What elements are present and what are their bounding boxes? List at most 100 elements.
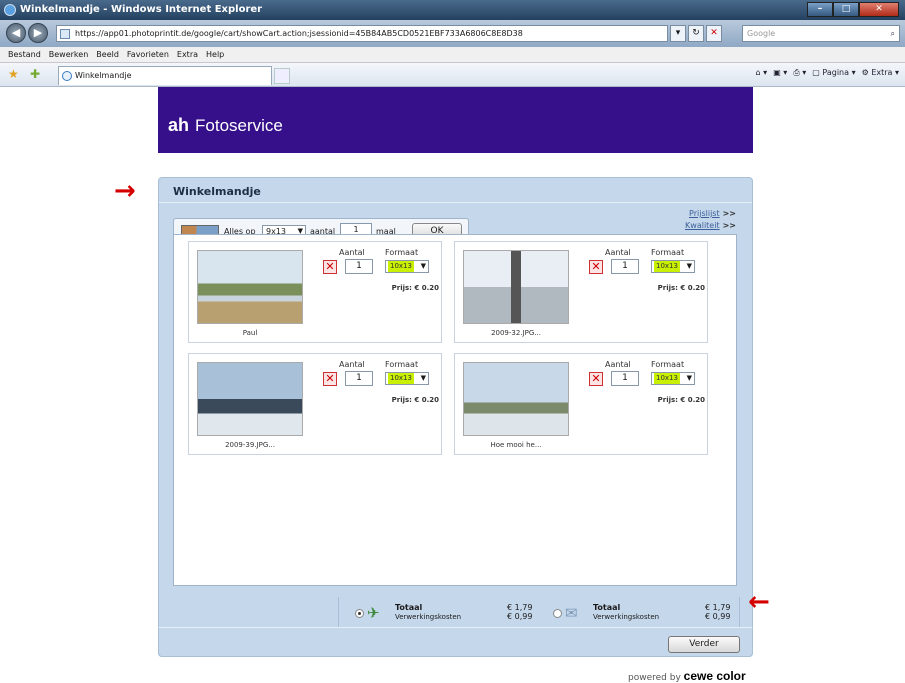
page-icon: [60, 29, 70, 39]
pickup-icon: ✉: [565, 604, 578, 622]
cart-title: Winkelmandje: [173, 185, 261, 198]
fee-value: € 0,99: [705, 612, 731, 621]
amount-header: Aantal: [339, 360, 365, 369]
total-label: Totaal: [593, 603, 621, 612]
ah-logo-mark: ah: [168, 115, 190, 135]
total-label: Totaal: [395, 603, 423, 612]
close-button[interactable]: ✕: [859, 2, 899, 17]
cart-item: Hoe mooi he... Aantal Formaat ✕ 1 10x13 ▼…: [454, 353, 708, 455]
minimize-button[interactable]: –: [807, 2, 833, 17]
window-titlebar: Winkelmandje - Windows Internet Explorer…: [0, 0, 905, 20]
link-arrow: >>: [722, 209, 736, 218]
cart-panel: Winkelmandje Prijslijst >> Kwaliteit >> Al…: [158, 177, 753, 657]
amount-header: Aantal: [605, 248, 631, 257]
quantity-input[interactable]: 1: [611, 259, 639, 274]
kwaliteit-link[interactable]: Kwaliteit: [685, 221, 720, 230]
refresh-icon[interactable]: ↻: [688, 25, 704, 42]
chevron-down-icon: ▼: [686, 374, 692, 382]
photo-caption: 2009-32.JPG...: [491, 329, 541, 337]
address-bar: ◀ ▶ https://app01.photoprintit.de/google…: [0, 20, 905, 47]
fee-value: € 0,99: [507, 612, 533, 621]
cart-item: 2009-39.JPG... Aantal Formaat ✕ 1 10x13 ▼…: [188, 353, 442, 455]
quantity-input[interactable]: 1: [345, 371, 373, 386]
header-banner: ah Fotoservice: [158, 87, 753, 153]
chevron-down-icon: ▼: [420, 262, 426, 270]
photo-thumbnail[interactable]: [197, 250, 303, 324]
add-favorite-icon[interactable]: ✚: [30, 67, 40, 81]
format-header: Formaat: [651, 360, 685, 369]
favorites-star-icon[interactable]: ★: [8, 67, 19, 81]
total-option[interactable]: ✉ Totaal Verwerkingskosten € 1,79 € 0,99: [553, 603, 748, 625]
delete-icon[interactable]: ✕: [323, 260, 337, 274]
items-area: Paul Aantal Formaat ✕ 1 10x13 ▼ Prijs: € …: [173, 234, 737, 586]
logo-text: Fotoservice: [195, 116, 283, 135]
shipping-icon: ✈: [367, 604, 380, 622]
total-radio-selected[interactable]: [355, 609, 364, 618]
print-icon[interactable]: ⎙ ▾: [793, 68, 806, 78]
totals-bar: ✈ Totaal Verwerkingskosten € 1,79 € 0,99…: [338, 597, 740, 631]
forward-button[interactable]: ▶: [28, 23, 48, 43]
photo-thumbnail[interactable]: [197, 362, 303, 436]
menu-bewerken[interactable]: Bewerken: [45, 47, 93, 62]
url-field[interactable]: https://app01.photoprintit.de/google/car…: [56, 25, 668, 42]
prijslijst-link[interactable]: Prijslijst: [689, 209, 720, 218]
photo-thumbnail[interactable]: [463, 250, 569, 324]
red-arrow-left-icon: ←: [748, 587, 770, 617]
menu-bestand[interactable]: Bestand: [4, 47, 45, 62]
home-icon[interactable]: ⌂ ▾: [756, 68, 768, 78]
format-header: Formaat: [385, 360, 419, 369]
search-icon[interactable]: ⌕: [891, 26, 895, 41]
red-arrow-right-icon: →: [114, 176, 136, 206]
format-select[interactable]: 10x13 ▼: [651, 372, 695, 385]
quantity-input[interactable]: 1: [345, 259, 373, 274]
footer-bar: Verder: [158, 627, 753, 657]
address-tools: ▾ ↻ ✕: [670, 25, 722, 42]
photo-caption: Paul: [242, 329, 258, 337]
item-price: Prijs: € 0.20: [391, 396, 439, 404]
url-text: https://app01.photoprintit.de/google/car…: [75, 29, 523, 38]
total-value: € 1,79: [507, 603, 533, 612]
menu-help[interactable]: Help: [202, 47, 228, 62]
window-title: Winkelmandje - Windows Internet Explorer: [20, 4, 263, 15]
browser-tab[interactable]: Winkelmandje: [58, 66, 272, 85]
total-radio[interactable]: [553, 609, 562, 618]
quantity-input[interactable]: 1: [611, 371, 639, 386]
format-select[interactable]: 10x13 ▼: [385, 260, 429, 273]
item-price: Prijs: € 0.20: [657, 284, 705, 292]
delete-icon[interactable]: ✕: [589, 372, 603, 386]
powered-text: powered by: [628, 673, 681, 683]
format-select[interactable]: 10x13 ▼: [385, 372, 429, 385]
total-value: € 1,79: [705, 603, 731, 612]
delete-icon[interactable]: ✕: [323, 372, 337, 386]
feeds-icon[interactable]: ▣ ▾: [773, 68, 787, 78]
pagina-menu[interactable]: ▢ Pagina ▾: [812, 68, 855, 78]
menu-extra[interactable]: Extra: [173, 47, 202, 62]
tab-title: Winkelmandje: [75, 71, 132, 80]
photo-thumbnail[interactable]: [463, 362, 569, 436]
menu-favorieten[interactable]: Favorieten: [123, 47, 173, 62]
item-price: Prijs: € 0.20: [391, 284, 439, 292]
search-placeholder: Google: [747, 29, 776, 38]
fee-label: Verwerkingskosten: [593, 613, 660, 621]
dropdown-icon[interactable]: ▾: [670, 25, 686, 42]
delete-icon[interactable]: ✕: [589, 260, 603, 274]
ie-icon: [4, 4, 16, 16]
link-arrow: >>: [722, 221, 736, 230]
cart-item: 2009-32.JPG... Aantal Formaat ✕ 1 10x13 ▼…: [454, 241, 708, 343]
fotoservice-logo: ah Fotoservice: [168, 115, 283, 136]
new-tab-button[interactable]: [274, 68, 290, 84]
back-button[interactable]: ◀: [6, 23, 26, 43]
ie-page-icon: [62, 71, 72, 81]
format-select[interactable]: 10x13 ▼: [651, 260, 695, 273]
title-divider: [159, 202, 752, 203]
command-bar: ⌂ ▾ ▣ ▾ ⎙ ▾ ▢ Pagina ▾ ⚙ Extra ▾: [756, 68, 899, 78]
maximize-button[interactable]: □: [833, 2, 859, 17]
extra-menu[interactable]: ⚙ Extra ▾: [862, 68, 899, 78]
search-input[interactable]: Google ⌕: [742, 25, 900, 42]
total-option[interactable]: ✈ Totaal Verwerkingskosten € 1,79 € 0,99: [355, 603, 550, 625]
page-content: ah Fotoservice → Winkelmandje Prijslijst >…: [0, 87, 905, 683]
menu-beeld[interactable]: Beeld: [92, 47, 123, 62]
stop-icon[interactable]: ✕: [706, 25, 722, 42]
favorites-bar: ★ ✚ Winkelmandje ⌂ ▾ ▣ ▾ ⎙ ▾ ▢ Pagina ▾ …: [0, 63, 905, 87]
verder-button[interactable]: Verder: [668, 636, 740, 653]
